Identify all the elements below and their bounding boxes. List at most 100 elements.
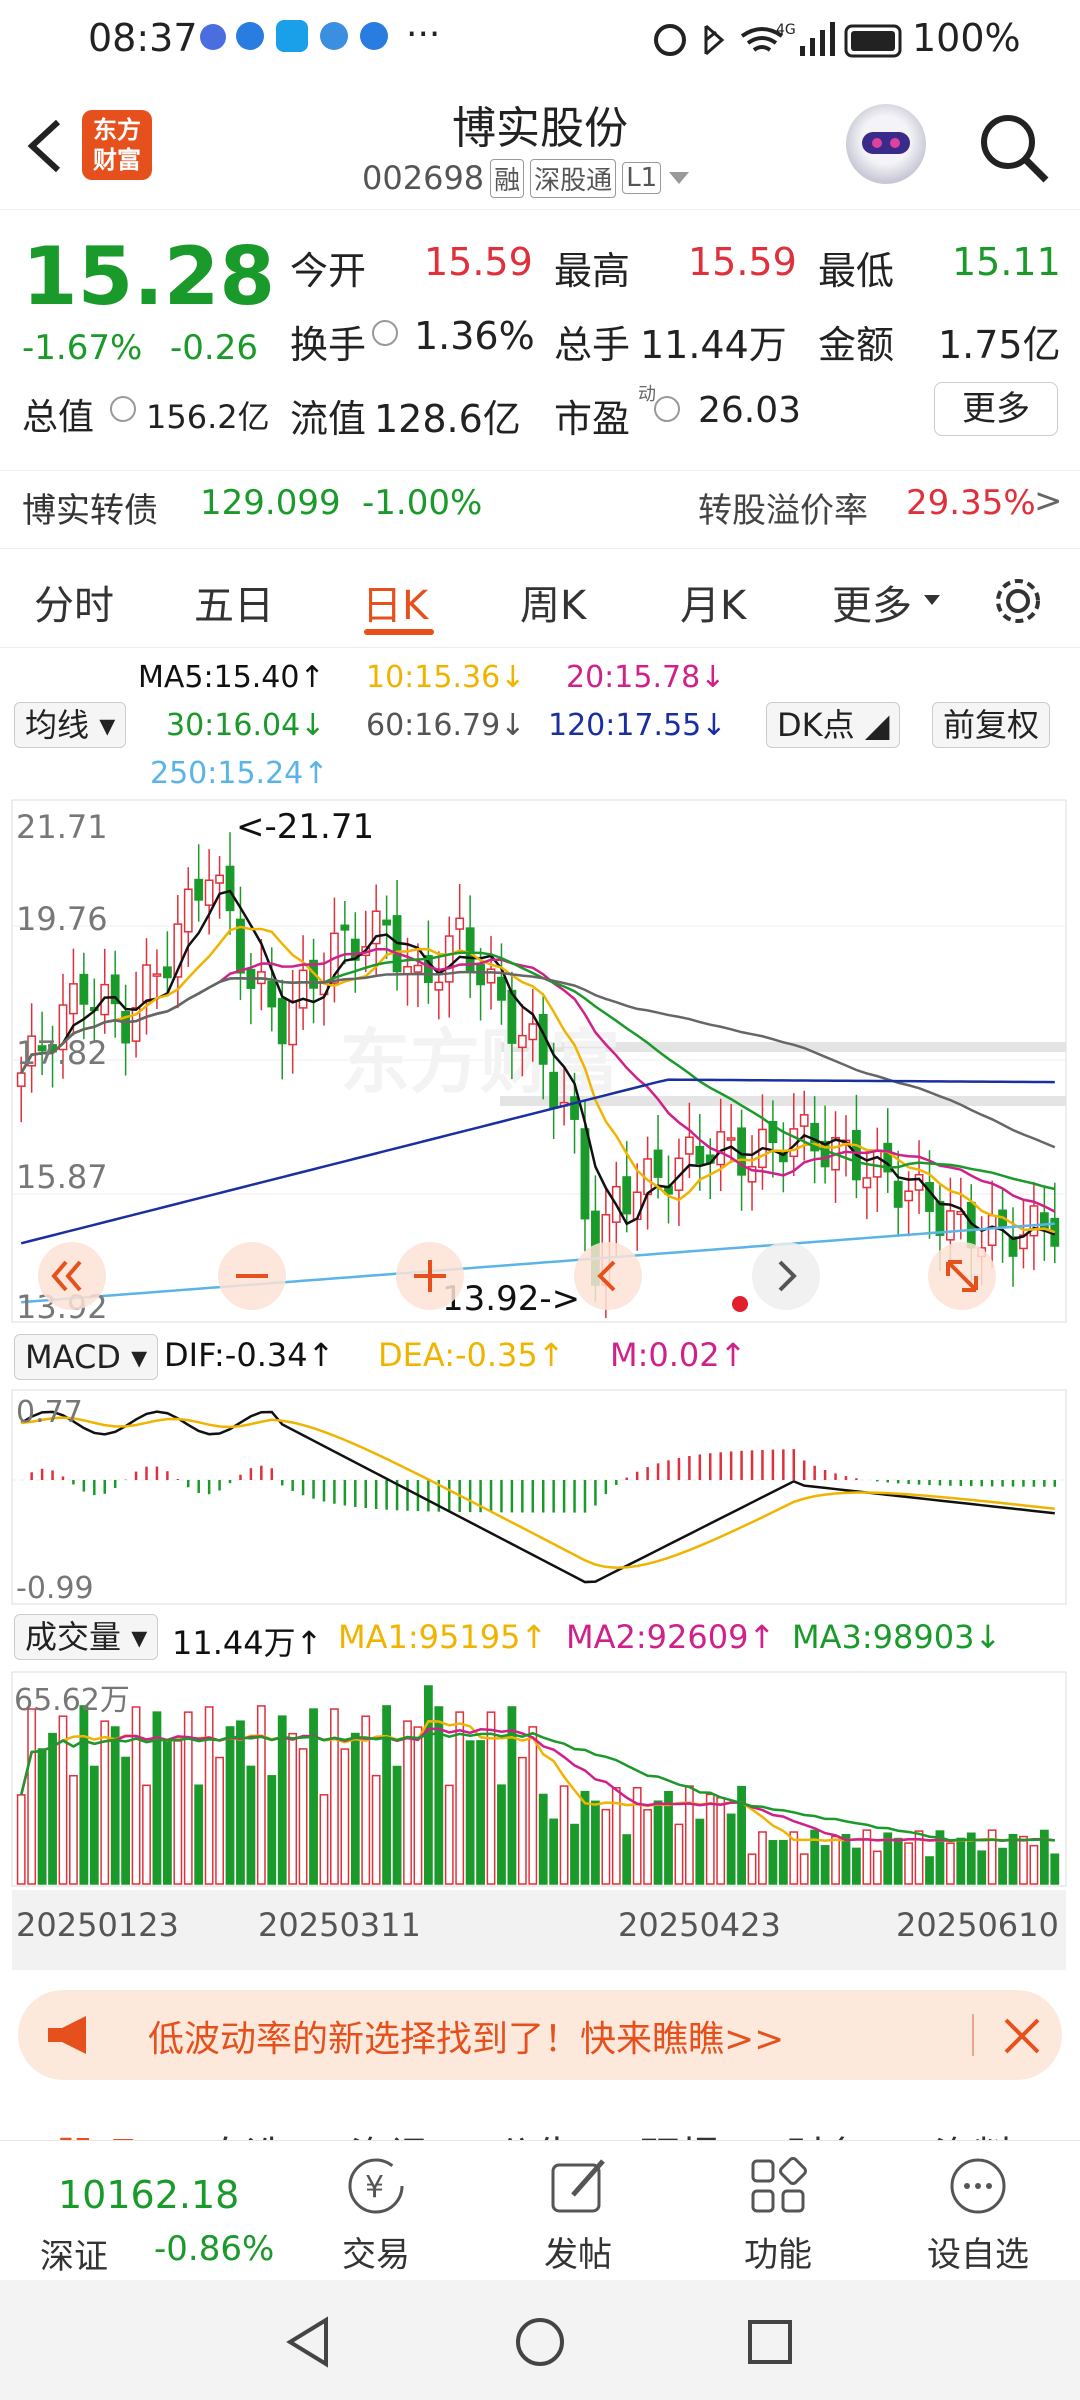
bond-change: -1.00% [362,483,483,523]
volume-bar [925,1856,934,1885]
volume-bar [497,1784,506,1885]
volume-bar [131,1706,141,1885]
tab-intraday[interactable]: 分时 [34,573,114,631]
section-tab-news[interactable]: 资讯 [350,2124,430,2140]
dropdown-icon[interactable] [667,168,691,188]
candle-body [517,1034,527,1049]
recents-square-icon[interactable] [742,2314,798,2370]
volume-bar [288,1732,298,1885]
section-tab-research[interactable]: 研报 [640,2124,720,2140]
pe-info-icon[interactable] [654,396,680,422]
section-tab-guba[interactable]: 股吧 [56,2124,136,2140]
volume-bar [643,1809,653,1885]
search-icon[interactable] [976,110,1052,186]
float-label: 流值 [290,397,367,441]
margin-tag: 融 [490,158,525,198]
candle-body [893,1180,903,1208]
nav-add-watchlist[interactable]: 设自选 [908,2151,1048,2276]
volume-bar [716,1796,726,1885]
scroll-right-button[interactable] [752,1242,820,1310]
volume-bar [747,1853,757,1885]
volume-bar [904,1842,914,1885]
volume-bar [977,1850,987,1885]
stock-code-row: 002698 融 深股通 L1 [362,156,691,200]
section-tab-announce[interactable]: 公告 [496,2124,576,2140]
convertible-bond-row[interactable]: 博实转债 129.099 -1.00% 转股溢价率 29.35% > [0,470,1080,540]
volume-bar [893,1837,903,1885]
home-circle-icon[interactable] [512,2314,568,2370]
volume-bar [277,1715,287,1885]
candle-body [726,1137,736,1141]
macd-bars [30,1449,1057,1513]
volume-bar [236,1720,245,1885]
open-label: 今开 [290,249,367,293]
nav-post-label: 发帖 [544,2235,612,2275]
dk-button[interactable]: DK点 ◢ [766,702,901,748]
volume-bar [225,1726,235,1885]
tab-monthly-k[interactable]: 月K [680,573,746,631]
settings-gear-icon[interactable] [990,573,1046,629]
volume-bar [570,1823,579,1885]
turnover-info-icon[interactable] [372,320,398,346]
candle-body [194,878,204,901]
promo-banner[interactable]: 低波动率的新选择找到了！快来瞧瞧>> [18,1990,1062,2080]
candle-body [267,980,277,1008]
volume-bar [444,1784,454,1885]
ma-selector[interactable]: 均线 ▾ [14,702,127,748]
candle-body [288,1000,298,1046]
back-triangle-icon[interactable] [282,2314,338,2370]
banner-text: 低波动率的新选择找到了！快来瞧瞧>> [148,2019,785,2060]
ma250-label: 250:15.24↑ [150,756,329,791]
level-tag[interactable]: L1 [622,162,662,194]
volume-bar [758,1831,767,1885]
more-caret-icon[interactable] [922,593,942,609]
network-type: 4G [776,22,796,38]
volume-bar [162,1740,172,1885]
section-tab-finance[interactable]: 财务 [786,2124,866,2140]
mktcap-info-icon[interactable] [110,396,136,422]
macd-y-top: 0.77 [16,1395,83,1430]
float-value: 128.6亿 [374,397,521,441]
date-label-4: 20250610 [896,1906,1059,1944]
kline-chart[interactable]: 东方财富 21.71 19.76 17.82 15.87 13.92 <-21.… [0,796,1080,1976]
adjust-button[interactable]: 前复权 [932,702,1051,748]
close-icon[interactable] [1002,2016,1042,2056]
candle-body [653,1149,663,1178]
high-value: 15.59 [688,240,797,284]
robot-avatar[interactable] [846,104,926,184]
macd-selector[interactable]: MACD ▾ [14,1334,159,1380]
volume-selector[interactable]: 成交量 ▾ [14,1614,159,1660]
volume-bar [591,1800,600,1885]
candle-body [622,1176,632,1215]
nav-functions-label: 功能 [744,2235,812,2275]
volume-bar [121,1756,131,1885]
nav-trade[interactable]: ¥ 交易 [306,2151,446,2276]
turnover-label: 换手 [290,323,367,367]
volume-bar [831,1835,840,1885]
bottom-nav: 10162.18 深证 -0.86% ¥ 交易 发帖 功能 设自选 [0,2140,1080,2280]
section-tab-profile[interactable]: 资料 [934,2124,1014,2140]
volume-bar [37,1748,47,1885]
tab-more[interactable]: 更多 [832,573,912,631]
volume-bar [413,1726,423,1885]
tab-weekly-k[interactable]: 周K [520,573,586,631]
scroll-left-fast-button[interactable] [38,1242,106,1310]
candle-body [862,1177,872,1189]
section-tab-watchlist[interactable]: 自选 [206,2124,286,2140]
volume-bar [1008,1833,1018,1885]
nav-functions[interactable]: 功能 [708,2151,848,2276]
volume-bar [841,1834,851,1885]
volume-bar [820,1845,830,1885]
candle-body [340,924,350,931]
index-value[interactable]: 10162.18 [58,2173,239,2217]
tab-five-day[interactable]: 五日 [194,573,274,631]
candle-body [152,973,162,977]
volume-bar [267,1775,277,1885]
nav-post[interactable]: 发帖 [508,2151,648,2276]
pe-sup: 动 [638,384,656,405]
candle-body [215,874,224,884]
scroll-left-button[interactable] [574,1242,642,1310]
more-button[interactable]: 更多 [934,382,1058,436]
tab-daily-k[interactable]: 日K [362,573,428,631]
search-app-icon [276,20,308,52]
